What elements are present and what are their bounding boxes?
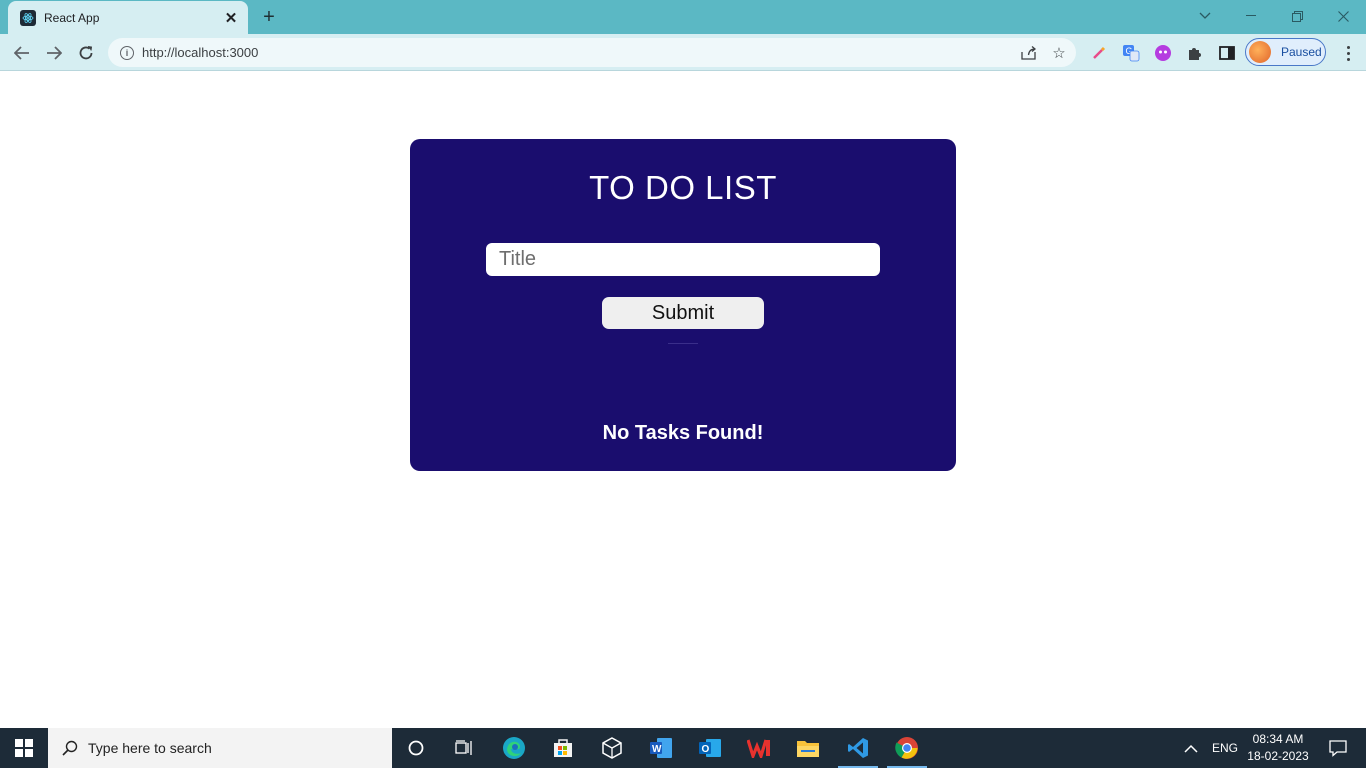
url-text[interactable]: http://localhost:3000 — [142, 45, 1016, 60]
browser-menu-icon[interactable] — [1338, 42, 1358, 64]
empty-tasks-message: No Tasks Found! — [602, 422, 764, 444]
todo-card: TO DO LIST Submit No Tasks Found! — [410, 139, 956, 471]
share-icon[interactable] — [1016, 40, 1042, 66]
language-indicator[interactable]: ENG — [1212, 728, 1238, 768]
address-bar[interactable]: i http://localhost:3000 ☆ — [108, 38, 1076, 67]
title-input[interactable] — [486, 243, 880, 276]
site-info-icon[interactable]: i — [120, 45, 134, 60]
close-window-button[interactable] — [1328, 4, 1358, 28]
edge-browser-icon[interactable] — [494, 728, 534, 768]
minimize-button[interactable] — [1236, 4, 1266, 28]
chrome-icon[interactable] — [887, 728, 927, 768]
taskbar-clock[interactable]: 08:34 AM 18-02-2023 — [1240, 731, 1316, 765]
purple-extension-icon[interactable] — [1153, 43, 1173, 63]
task-view-icon[interactable] — [444, 728, 484, 768]
notification-center-icon[interactable] — [1318, 728, 1358, 768]
search-icon — [62, 740, 78, 756]
search-placeholder: Type here to search — [88, 740, 212, 756]
tray-overflow-chevron-icon[interactable] — [1184, 728, 1198, 768]
3d-cube-app-icon[interactable] — [592, 728, 632, 768]
bookmark-star-icon[interactable]: ☆ — [1046, 40, 1072, 66]
svg-text:O: O — [702, 744, 710, 755]
react-favicon-icon — [20, 9, 36, 26]
clock-date: 18-02-2023 — [1247, 749, 1309, 763]
wps-office-icon[interactable] — [739, 728, 779, 768]
new-tab-button[interactable]: + — [258, 6, 280, 28]
clock-time: 08:34 AM — [1252, 732, 1304, 746]
avatar — [1249, 41, 1271, 63]
windows-taskbar: Type here to search W O ENG 08:34 AM 18-… — [0, 728, 1366, 768]
translate-extension-icon[interactable]: G — [1121, 43, 1141, 63]
browser-tab-strip: React App ✕ + — [0, 0, 1366, 34]
restore-button[interactable] — [1282, 4, 1312, 28]
svg-text:W: W — [652, 744, 662, 755]
browser-toolbar: i http://localhost:3000 ☆ G Paused — [0, 34, 1366, 71]
reload-button[interactable] — [73, 40, 99, 66]
page-title: TO DO LIST — [589, 169, 777, 206]
outlook-icon[interactable]: O — [690, 728, 730, 768]
tab-title: React App — [44, 10, 100, 25]
cortana-icon[interactable] — [396, 728, 436, 768]
tab-search-chevron-icon[interactable] — [1190, 4, 1220, 28]
back-button[interactable] — [9, 40, 35, 66]
submit-button[interactable]: Submit — [602, 297, 764, 329]
windows-logo-icon — [15, 739, 33, 757]
divider — [668, 343, 698, 344]
taskbar-search-box[interactable]: Type here to search — [48, 728, 392, 768]
vscode-icon[interactable] — [838, 728, 878, 768]
word-icon[interactable]: W — [641, 728, 681, 768]
browser-tab[interactable]: React App ✕ — [8, 1, 248, 34]
color-picker-extension-icon[interactable] — [1089, 43, 1109, 63]
profile-status-label: Paused — [1281, 45, 1322, 59]
side-panel-icon[interactable] — [1217, 43, 1237, 63]
tab-close-icon[interactable]: ✕ — [222, 9, 240, 27]
start-button[interactable] — [0, 728, 48, 768]
extensions-puzzle-icon[interactable] — [1185, 43, 1205, 63]
forward-button[interactable] — [41, 40, 67, 66]
file-explorer-icon[interactable] — [788, 728, 828, 768]
profile-button[interactable]: Paused — [1245, 38, 1326, 66]
microsoft-store-icon[interactable] — [543, 728, 583, 768]
